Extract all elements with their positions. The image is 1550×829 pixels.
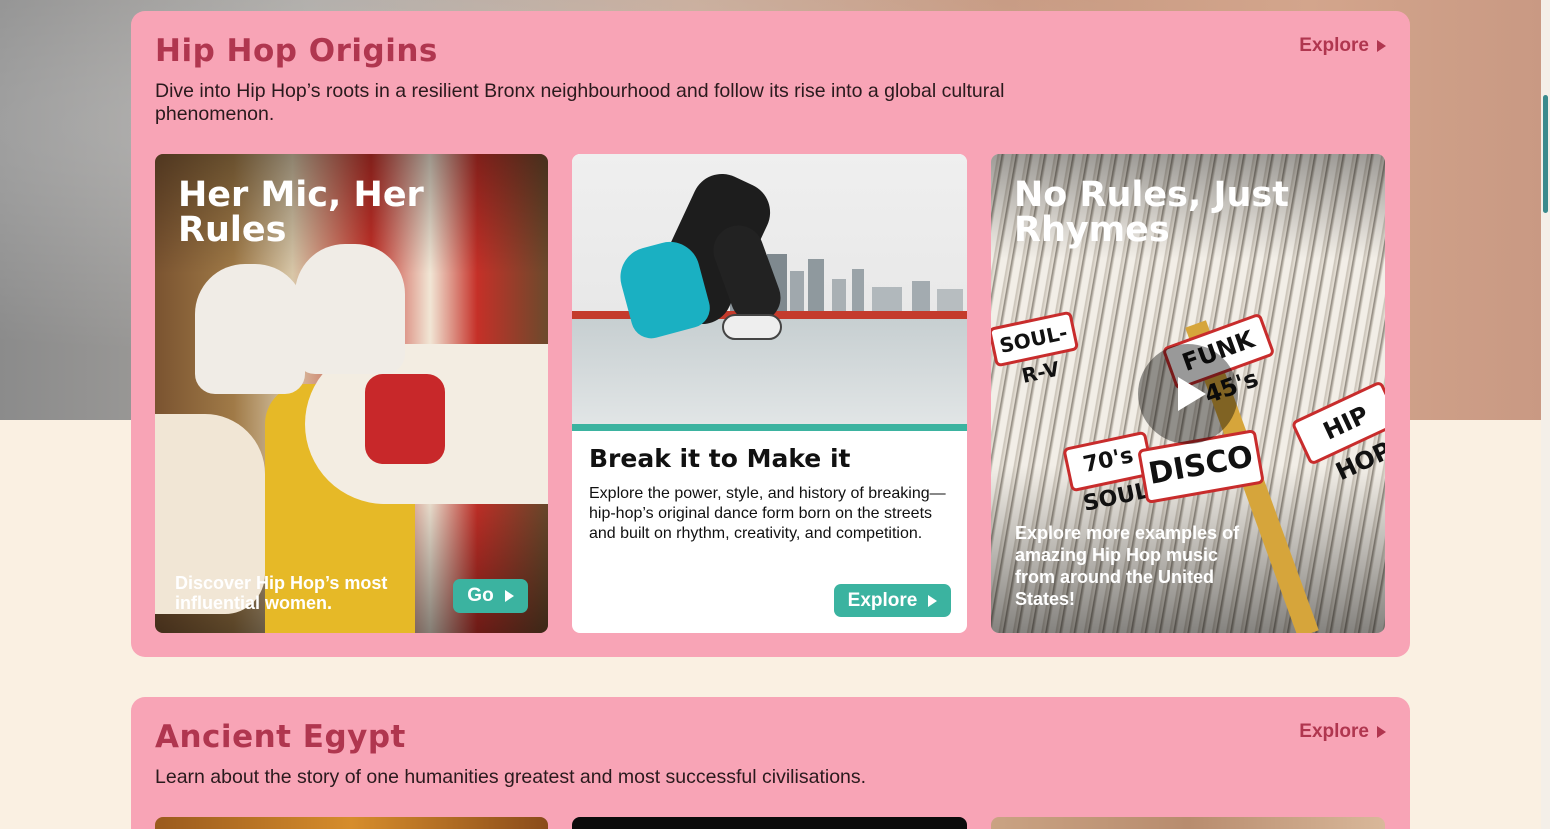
explore-link-label: Explore (1299, 35, 1369, 56)
card-thumbnail[interactable] (572, 817, 967, 829)
section-explore-link[interactable]: Explore (1299, 35, 1386, 57)
section-description: Dive into Hip Hop’s roots in a resilient… (155, 80, 1005, 125)
section-title: Hip Hop Origins (155, 33, 438, 69)
record-tab: HIP HOP (1290, 380, 1385, 486)
section-hip-hop-origins: Hip Hop Origins Dive into Hip Hop’s root… (131, 11, 1410, 657)
card-title: Her Mic, Her Rules (178, 175, 424, 250)
section-ancient-egypt: Ancient Egypt Learn about the story of o… (131, 697, 1410, 829)
card-accent-rule (572, 424, 967, 431)
card-no-rules-just-rhymes[interactable]: SOUL-R-V FUNK 45's HIP HOP 70's SOUL DIS… (991, 154, 1385, 633)
record-tab: SOUL-R-V (991, 310, 1080, 388)
card-caption: Discover Hip Hop’s most influential wome… (175, 573, 388, 613)
scrollbar-track[interactable] (1541, 0, 1550, 829)
card-image (572, 154, 967, 424)
section-description: Learn about the story of one humanities … (155, 766, 867, 788)
card-title: Break it to Make it (589, 444, 851, 473)
triangle-right-icon (504, 590, 514, 602)
card-thumbnail[interactable] (991, 817, 1385, 829)
explore-link-label: Explore (1299, 721, 1369, 742)
triangle-right-icon (1377, 726, 1386, 738)
card-title: No Rules, Just Rhymes (1014, 175, 1289, 250)
play-icon (1178, 377, 1206, 411)
triangle-right-icon (1377, 40, 1386, 52)
card-description: Explore the power, style, and history of… (589, 485, 946, 542)
section-explore-link[interactable]: Explore (1299, 721, 1386, 743)
go-button[interactable]: Go (453, 579, 528, 613)
card-thumbnail[interactable] (155, 817, 548, 829)
go-button-label: Go (467, 585, 494, 606)
triangle-right-icon (928, 594, 938, 607)
explore-button[interactable]: Explore (834, 584, 951, 617)
card-caption: Explore more examples of amazing Hip Hop… (1015, 523, 1240, 609)
section-title: Ancient Egypt (155, 719, 406, 755)
explore-button-label: Explore (847, 589, 918, 611)
play-button[interactable] (1138, 344, 1238, 444)
card-break-it-to-make-it[interactable]: Break it to Make it Explore the power, s… (572, 154, 967, 633)
scrollbar-thumb[interactable] (1543, 95, 1548, 213)
card-her-mic-her-rules[interactable]: Her Mic, Her Rules Discover Hip Hop’s mo… (155, 154, 548, 633)
